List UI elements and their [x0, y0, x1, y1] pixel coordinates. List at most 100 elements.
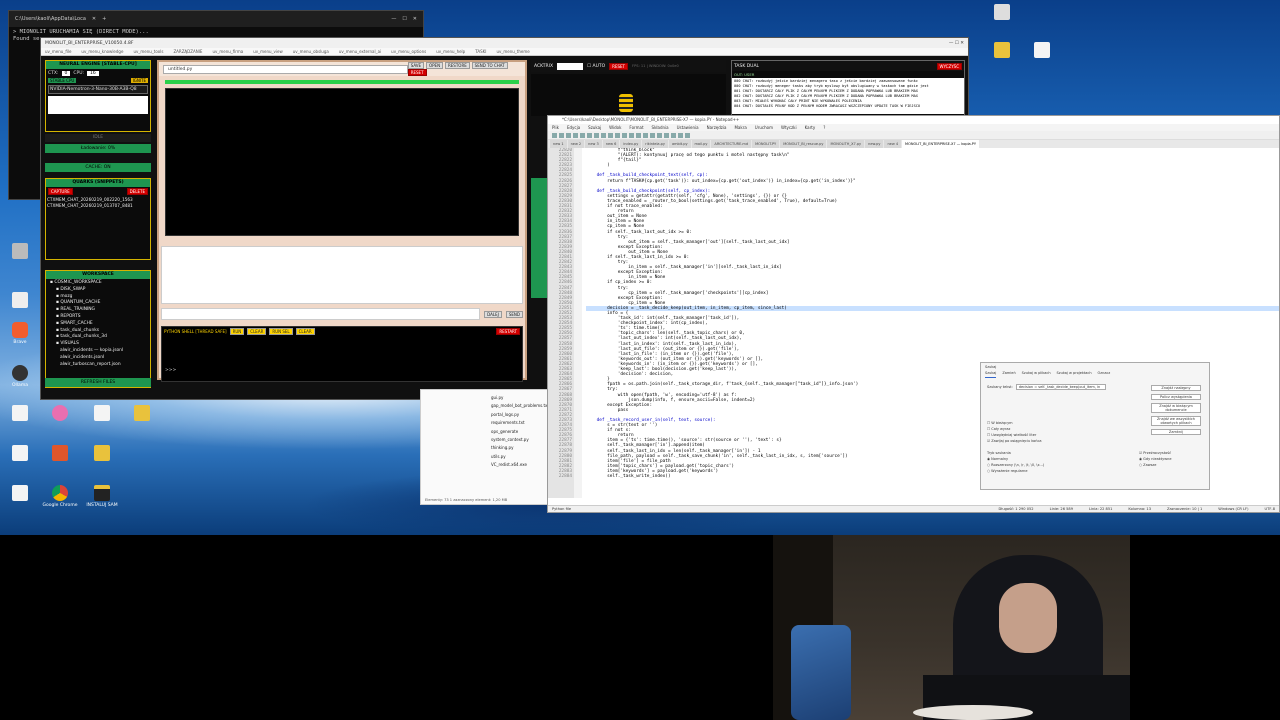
- desktop-icon-pc[interactable]: [982, 4, 1022, 40]
- desktop-icon-brave2[interactable]: [40, 445, 80, 481]
- run-button[interactable]: RUN: [229, 328, 245, 335]
- menu-item[interactable]: uv_menu_knowledge: [81, 49, 123, 54]
- save-button[interactable]: SAVE: [407, 62, 425, 69]
- transparency-radio[interactable]: ◉ Gdy nieaktywne: [1139, 457, 1171, 461]
- workspace-item[interactable]: alwir_turboscan_report.json: [50, 362, 146, 369]
- macro-play-icon[interactable]: [685, 132, 690, 138]
- file-tab[interactable]: MONOLITH_X7.py: [827, 140, 865, 148]
- new-tab-icon[interactable]: +: [102, 16, 106, 22]
- paste-icon[interactable]: [608, 132, 613, 138]
- transparency-checkbox[interactable]: ☑ Przeźroczystość: [1139, 451, 1171, 455]
- close-button[interactable]: Zamknij: [1151, 429, 1201, 435]
- find-in-current-button[interactable]: Znajdź w bieżącym dokumencie: [1151, 403, 1201, 413]
- send-button[interactable]: SEND: [505, 310, 523, 318]
- menu-item[interactable]: TASKI: [475, 49, 486, 54]
- desktop-icon-doc2[interactable]: [82, 405, 122, 441]
- wrap-icon[interactable]: [664, 132, 669, 138]
- find-in-all-button[interactable]: Znajdź we wszystkich otwartych plikach: [1151, 416, 1201, 426]
- act-input[interactable]: [557, 62, 584, 70]
- file-tab[interactable]: new 6: [602, 140, 620, 148]
- file-tab[interactable]: mail.py: [691, 140, 711, 148]
- desktop-icon-round[interactable]: [40, 405, 80, 441]
- cpu-input[interactable]: 16: [87, 71, 99, 76]
- desktop-icon-doc4[interactable]: [0, 485, 40, 521]
- find-tab[interactable]: Oznacz: [1098, 371, 1111, 378]
- restart-button[interactable]: RESTART: [496, 328, 520, 335]
- file-item[interactable]: utils.py: [491, 453, 547, 461]
- indent-icon[interactable]: [671, 132, 676, 138]
- save-all-icon[interactable]: [573, 132, 578, 138]
- menu-item[interactable]: Narzędzia: [707, 125, 727, 130]
- menu-item[interactable]: Karty: [805, 125, 816, 130]
- file-tab[interactable]: MONOLIT_BI_rescue.py: [780, 140, 827, 148]
- maximize-icon[interactable]: ☐: [402, 16, 406, 22]
- print-icon[interactable]: [587, 132, 592, 138]
- menu-item[interactable]: ?: [823, 125, 825, 130]
- auto-checkbox[interactable]: ☐ AUTO: [587, 64, 605, 69]
- file-tab[interactable]: new 4: [884, 140, 902, 148]
- ignite-button[interactable]: IGNITE: [130, 78, 148, 83]
- close-icon[interactable]: ✕: [92, 16, 96, 22]
- editor-textarea[interactable]: [165, 88, 519, 236]
- search-input[interactable]: decision = self._task_decide_keep(out_it…: [1015, 384, 1106, 390]
- chrome-icon[interactable]: Google Chrome: [40, 485, 80, 521]
- reset-button[interactable]: RESET: [407, 69, 427, 76]
- stable-cpu-badge[interactable]: STABLE CPU: [48, 78, 77, 83]
- workspace-item[interactable]: ▪ DISK_SWAP: [50, 287, 146, 294]
- desktop-icon-dark[interactable]: INSTALUJ SAM: [82, 485, 122, 521]
- file-tab[interactable]: new 3: [585, 140, 602, 148]
- file-item[interactable]: thinking.py: [491, 444, 547, 452]
- menu-item[interactable]: uv_menu_tools: [133, 49, 163, 54]
- option-checkbox[interactable]: ☐ Uwzględniaj wielkość liter: [987, 433, 1042, 437]
- new-file-icon[interactable]: [552, 132, 557, 138]
- menu-item[interactable]: uv_menu_theme: [496, 49, 529, 54]
- menu-item[interactable]: uv_menu_firma: [212, 49, 243, 54]
- model-select[interactable]: NVIDIA-Nemotron-3-Nano-30B-A3B-Q8: [48, 85, 148, 94]
- undo-icon[interactable]: [615, 132, 620, 138]
- open-button[interactable]: OPEN: [425, 62, 444, 69]
- file-item[interactable]: ops_generate: [491, 428, 547, 436]
- macro-record-icon[interactable]: [678, 132, 683, 138]
- menu-item[interactable]: uv_menu_options: [391, 49, 426, 54]
- chat-input[interactable]: [161, 308, 481, 320]
- send-to-chat-button[interactable]: SEND TO CHAT: [471, 62, 508, 69]
- quark-item[interactable]: CTXMEM_CHAT_20260219_013707_8481: [47, 203, 149, 209]
- cut-icon[interactable]: [594, 132, 599, 138]
- mode-radio[interactable]: ◉ Normalny: [987, 457, 1044, 461]
- menu-item[interactable]: Makra: [734, 125, 746, 130]
- window-controls[interactable]: — ☐ ✕: [949, 41, 964, 46]
- mode-radio[interactable]: ○ Wyrażenie regularne: [987, 469, 1044, 473]
- close-window-icon[interactable]: ✕: [413, 16, 417, 22]
- open-icon[interactable]: [559, 132, 564, 138]
- capture-button[interactable]: CAPTURE: [48, 188, 73, 195]
- workspace-item[interactable]: ▪ REAL_TRAINING: [50, 307, 146, 314]
- menu-item[interactable]: uv_menu_file: [45, 49, 71, 54]
- menu-item[interactable]: Składnia: [652, 125, 669, 130]
- replace-icon[interactable]: [636, 132, 641, 138]
- find-icon[interactable]: [629, 132, 634, 138]
- desktop-icon-doc5[interactable]: [1022, 42, 1062, 78]
- folder-icon-2[interactable]: [82, 445, 122, 481]
- minimize-icon[interactable]: —: [391, 16, 396, 22]
- menu-item[interactable]: uv_menu_obsluga: [293, 49, 329, 54]
- zoom-out-icon[interactable]: [650, 132, 655, 138]
- next-button[interactable]: DALEJ: [484, 310, 502, 318]
- find-tab[interactable]: Szukaj: [985, 371, 997, 378]
- find-tab[interactable]: Zamień: [1002, 371, 1015, 378]
- zoom-in-icon[interactable]: [643, 132, 648, 138]
- workspace-item[interactable]: alwir_incidents.jsonl: [50, 355, 146, 362]
- terminal-tab[interactable]: C:\Users\kaoli\AppData\Loca: [15, 16, 86, 22]
- workspace-item[interactable]: alwir_incidents — kopia.jsonl: [50, 348, 146, 355]
- refresh-files-button[interactable]: REFRESH FILES: [45, 378, 151, 387]
- cache-status[interactable]: CACHE: ON: [45, 163, 151, 172]
- redo-icon[interactable]: [622, 132, 627, 138]
- clear-task-button[interactable]: WYCZYŚĆ: [936, 62, 962, 70]
- option-checkbox[interactable]: ☐ Cały wyraz: [987, 427, 1042, 431]
- menu-item[interactable]: Uruchom: [755, 125, 773, 130]
- count-button[interactable]: Policz wystąpienia: [1151, 394, 1201, 400]
- act-reset-button[interactable]: RESET: [609, 62, 628, 70]
- menu-item[interactable]: Widok: [609, 125, 621, 130]
- ollama-icon[interactable]: Ollama: [0, 365, 40, 401]
- menu-item[interactable]: ZARZĄDZANIE: [173, 49, 202, 54]
- menu-item[interactable]: Format: [629, 125, 643, 130]
